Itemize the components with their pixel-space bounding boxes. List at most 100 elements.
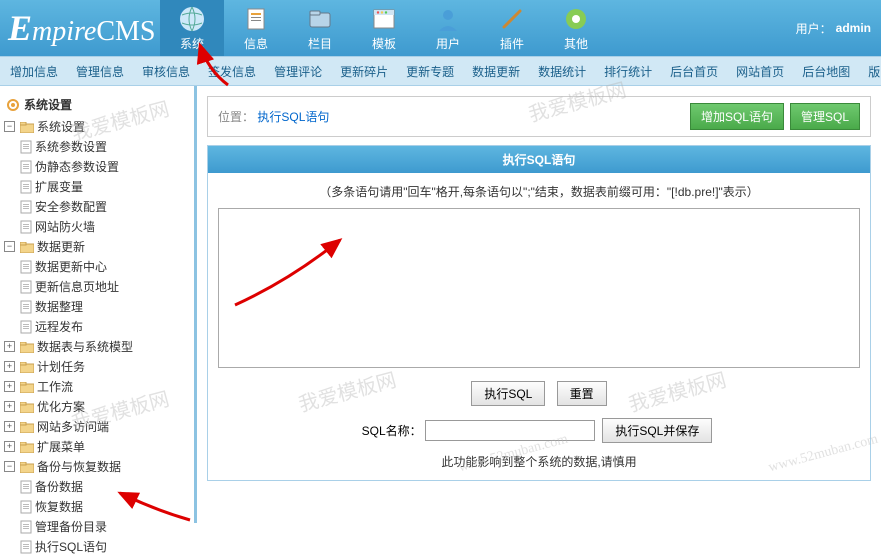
tree-label: 扩展菜单: [37, 439, 85, 455]
expand-icon[interactable]: +: [4, 421, 15, 432]
nav-item-window[interactable]: 模板: [352, 0, 416, 56]
subnav-item[interactable]: 数据更新: [472, 63, 520, 80]
execute-sql-button[interactable]: 执行SQL: [471, 381, 545, 406]
tree-node[interactable]: 网站多访问端: [20, 419, 190, 435]
tree-node[interactable]: 数据表与系统模型: [20, 339, 190, 355]
file-icon: [20, 480, 32, 494]
add-sql-button[interactable]: 增加SQL语句: [690, 103, 784, 130]
file-icon: [20, 140, 32, 154]
subnav-item[interactable]: 审核信息: [142, 63, 190, 80]
file-icon: [20, 260, 32, 274]
subnav-item[interactable]: 签发信息: [208, 63, 256, 80]
tree-leaf[interactable]: 远程发布: [20, 319, 190, 335]
subnav-item[interactable]: 后台地图: [802, 63, 850, 80]
execute-save-button[interactable]: 执行SQL并保存: [602, 418, 712, 443]
tree-node[interactable]: 计划任务: [20, 359, 190, 375]
tree-label: 网站防火墙: [35, 219, 95, 235]
subnav-item[interactable]: 更新专题: [406, 63, 454, 80]
expand-icon[interactable]: +: [4, 341, 15, 352]
name-row: SQL名称： 执行SQL并保存: [218, 418, 860, 443]
folder-icon: [20, 122, 34, 133]
file-icon: [20, 280, 32, 294]
tree-leaf[interactable]: 更新信息页地址: [20, 279, 190, 295]
tree-leaf[interactable]: 安全参数配置: [20, 199, 190, 215]
tree-leaf[interactable]: 数据更新中心: [20, 259, 190, 275]
expand-icon[interactable]: +: [4, 361, 15, 372]
nav-item-plugin[interactable]: 插件: [480, 0, 544, 56]
tree-label: 计划任务: [37, 359, 85, 375]
tree-node[interactable]: 备份与恢复数据: [20, 459, 190, 475]
subnav-item[interactable]: 排行统计: [604, 63, 652, 80]
nav-label: 模板: [372, 35, 396, 52]
tree-label: 系统设置: [37, 119, 85, 135]
tree-node[interactable]: 数据更新: [20, 239, 190, 255]
folder-icon: [20, 462, 34, 473]
manage-sql-button[interactable]: 管理SQL: [790, 103, 860, 130]
breadcrumb-bar: 位置： 执行SQL语句 增加SQL语句 管理SQL: [207, 96, 871, 137]
subnav-item[interactable]: 版: [868, 63, 880, 80]
nav-item-doc[interactable]: 信息: [224, 0, 288, 56]
sql-name-input[interactable]: [425, 420, 595, 441]
sql-textarea[interactable]: [218, 208, 860, 368]
collapse-icon[interactable]: −: [4, 241, 15, 252]
collapse-icon[interactable]: −: [4, 461, 15, 472]
gear-icon: [6, 98, 20, 112]
logo-text: EmpireCMS: [8, 7, 155, 49]
tree-leaf[interactable]: 系统参数设置: [20, 139, 190, 155]
folder-icon: [20, 442, 34, 453]
window-icon: [370, 5, 398, 33]
subnav-item[interactable]: 增加信息: [10, 63, 58, 80]
tree-leaf[interactable]: 管理备份目录: [20, 519, 190, 535]
reset-button[interactable]: 重置: [557, 381, 607, 406]
tree-node[interactable]: 系统设置: [20, 119, 190, 135]
tree-label: 数据表与系统模型: [37, 339, 133, 355]
nav-item-folder[interactable]: 栏目: [288, 0, 352, 56]
expand-icon[interactable]: +: [4, 441, 15, 452]
tree-label: 恢复数据: [35, 499, 83, 515]
tree-label: 伪静态参数设置: [35, 159, 119, 175]
main-area: 系统设置 −系统设置系统参数设置伪静态参数设置扩展变量安全参数配置网站防火墙−数…: [0, 86, 881, 523]
nav-item-misc[interactable]: 其他: [544, 0, 608, 56]
subnav-item[interactable]: 更新碎片: [340, 63, 388, 80]
subnav-item[interactable]: 后台首页: [670, 63, 718, 80]
file-icon: [20, 500, 32, 514]
subnav-item[interactable]: 管理评论: [274, 63, 322, 80]
tree-leaf[interactable]: 网站防火墙: [20, 219, 190, 235]
tree-leaf[interactable]: 扩展变量: [20, 179, 190, 195]
main-nav: 系统信息栏目模板 用户 插件其他: [160, 0, 796, 56]
subnav-item[interactable]: 网站首页: [736, 63, 784, 80]
tree-leaf[interactable]: 数据整理: [20, 299, 190, 315]
folder-icon: [20, 242, 34, 253]
file-icon: [20, 320, 32, 334]
tree-leaf[interactable]: 执行SQL语句: [20, 539, 190, 555]
file-icon: [20, 160, 32, 174]
user-name: admin: [836, 21, 871, 35]
tree-leaf[interactable]: 伪静态参数设置: [20, 159, 190, 175]
person-icon: [434, 5, 462, 33]
nav-item-globe[interactable]: 系统: [160, 0, 224, 56]
sub-nav: 增加信息 管理信息 审核信息 签发信息 管理评论 更新碎片 更新专题 数据更新 数据统计 排行统计…: [0, 56, 881, 86]
nav-label: 用户: [436, 35, 460, 52]
subnav-item[interactable]: 管理信息: [76, 63, 124, 80]
folder-icon: [20, 402, 34, 413]
nav-item-person[interactable]: 用户: [416, 0, 480, 56]
user-info: 用户： admin: [796, 0, 881, 56]
warning-text: 此功能影响到整个系统的数据,请慎用: [218, 453, 860, 470]
expand-icon[interactable]: +: [4, 381, 15, 392]
folder-icon: [20, 382, 34, 393]
tree-label: 工作流: [37, 379, 73, 395]
tree-node[interactable]: 优化方案: [20, 399, 190, 415]
tree-leaf[interactable]: 恢复数据: [20, 499, 190, 515]
sidebar: 系统设置 −系统设置系统参数设置伪静态参数设置扩展变量安全参数配置网站防火墙−数…: [0, 86, 197, 523]
tree-node[interactable]: 扩展菜单: [20, 439, 190, 455]
tree-leaf[interactable]: 备份数据: [20, 479, 190, 495]
hint-text: （多条语句请用"回车"格开,每条语句以";"结束，数据表前缀可用："[!db.p…: [218, 183, 860, 200]
file-icon: [20, 200, 32, 214]
expand-icon[interactable]: +: [4, 401, 15, 412]
tree-label: 远程发布: [35, 319, 83, 335]
subnav-item[interactable]: 数据统计: [538, 63, 586, 80]
folder-icon: [306, 5, 334, 33]
tree-node[interactable]: 工作流: [20, 379, 190, 395]
file-icon: [20, 220, 32, 234]
collapse-icon[interactable]: −: [4, 121, 15, 132]
